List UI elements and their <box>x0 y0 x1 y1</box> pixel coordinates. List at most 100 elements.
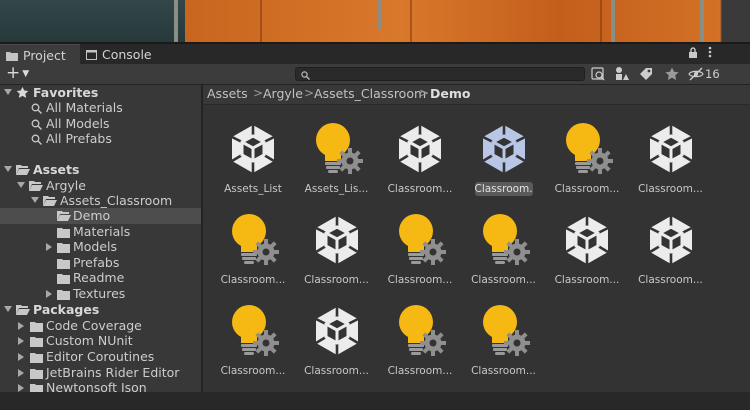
breadcrumb-separator-icon: > <box>304 86 315 100</box>
asset-item-label: Classroom... <box>638 274 703 286</box>
project-tree: Favorites All Materials All Models All P… <box>0 85 201 410</box>
breadcrumb-separator-icon: > <box>419 86 430 100</box>
collapse-arrow-icon[interactable] <box>18 337 24 345</box>
asset-item-scene[interactable]: Classroom... <box>631 200 711 288</box>
lighting-settings-icon <box>392 301 448 361</box>
chevron-down-icon: ▼ <box>22 69 30 79</box>
kebab-menu-icon[interactable] <box>708 46 712 61</box>
console-icon <box>86 45 97 66</box>
search-icon <box>31 133 42 149</box>
asset-item-scene[interactable]: Assets_List <box>213 109 293 197</box>
project-toolbar: + ▼ 16 <box>0 64 750 85</box>
asset-item-lighting-settings[interactable]: Classroom... <box>213 291 293 379</box>
breadcrumb-assets[interactable]: Assets <box>207 86 248 101</box>
collapse-arrow-icon[interactable] <box>18 353 24 361</box>
asset-item-scene[interactable]: Classroom... <box>380 109 460 197</box>
tree-fav-all-models[interactable]: All Models <box>0 116 201 132</box>
asset-item-label: Classroom... <box>554 274 620 286</box>
unity-scene-icon <box>559 210 615 270</box>
folder-label: Textures <box>73 286 126 301</box>
asset-item-label: Classroom... <box>220 365 286 377</box>
tree-textures[interactable]: Textures <box>0 286 201 302</box>
package-label: Editor Coroutines <box>46 349 155 364</box>
unity-scene-icon <box>225 119 281 179</box>
search-by-type-icon[interactable] <box>590 66 608 82</box>
favorite-star-icon[interactable] <box>664 66 682 82</box>
tree-package-editor-coroutines[interactable]: Editor Coroutines <box>0 349 201 365</box>
asset-item-lighting-settings[interactable]: Classroom... <box>380 291 460 379</box>
lighting-settings-icon <box>309 119 365 179</box>
tree-fav-all-materials[interactable]: All Materials <box>0 100 201 116</box>
create-button[interactable]: + ▼ <box>6 64 29 84</box>
tree-package-jetbrains-rider[interactable]: JetBrains Rider Editor <box>0 365 201 381</box>
expand-arrow-icon[interactable] <box>17 182 25 188</box>
asset-item-scene[interactable]: Classroom... <box>297 291 377 379</box>
tree-package-code-coverage[interactable]: Code Coverage <box>0 318 201 334</box>
tab-console[interactable]: Console <box>86 44 152 64</box>
tree-readme[interactable]: Readme <box>0 270 201 286</box>
filter-by-type-icon[interactable] <box>614 66 632 82</box>
tree-assets[interactable]: Assets <box>0 162 201 178</box>
tree-models[interactable]: Models <box>0 239 201 255</box>
filter-by-label-icon[interactable] <box>638 66 656 82</box>
collapse-arrow-icon[interactable] <box>18 322 24 330</box>
packages-label: Packages <box>33 302 100 317</box>
asset-item-label: Classroom... <box>304 274 369 286</box>
asset-item-scene[interactable]: Classroom... <box>631 109 711 197</box>
expand-arrow-icon[interactable] <box>31 197 39 203</box>
asset-item-scene[interactable]: Classroom... <box>547 200 627 288</box>
asset-item-label: Assets_Lis... <box>304 183 369 195</box>
breadcrumb: Assets > Argyle > Assets_Classroom > Dem… <box>203 85 750 105</box>
tree-materials[interactable]: Materials <box>0 224 201 240</box>
chair-leg <box>378 0 382 30</box>
tree-argyle[interactable]: Argyle <box>0 178 201 194</box>
tab-project[interactable]: Project <box>0 44 80 64</box>
asset-item-lighting-settings[interactable]: Classroom... <box>380 200 460 288</box>
tab-console-label: Console <box>102 47 152 62</box>
tree-demo[interactable]: Demo <box>0 208 201 224</box>
breadcrumb-demo[interactable]: Demo <box>430 86 470 101</box>
collapse-arrow-icon[interactable] <box>18 369 24 377</box>
expand-arrow-icon[interactable] <box>4 306 12 312</box>
scene-wall <box>0 0 185 44</box>
lock-icon[interactable] <box>688 47 698 62</box>
folder-label: Readme <box>73 270 125 285</box>
collapse-arrow-icon[interactable] <box>46 243 52 251</box>
lighting-settings-icon <box>392 210 448 270</box>
breadcrumb-assets-classroom[interactable]: Assets_Classroom <box>314 86 426 101</box>
unity-scene-icon <box>309 210 365 270</box>
breadcrumb-separator-icon: > <box>253 86 264 100</box>
chair-leg <box>700 0 704 44</box>
breadcrumb-argyle[interactable]: Argyle <box>263 86 303 101</box>
folder-label: Assets_Classroom <box>60 193 173 208</box>
asset-item-scene[interactable]: Classroom... <box>297 200 377 288</box>
unity-scene-icon <box>643 210 699 270</box>
hidden-eye-icon[interactable] <box>688 66 706 82</box>
asset-item-lighting-settings[interactable]: Classroom... <box>464 200 544 288</box>
collapse-arrow-icon[interactable] <box>46 290 52 298</box>
asset-item-scene[interactable]: Classroom... <box>464 109 544 197</box>
tree-favorites[interactable]: Favorites <box>0 85 201 101</box>
expand-arrow-icon[interactable] <box>4 89 12 95</box>
tree-package-custom-nunit[interactable]: Custom NUnit <box>0 333 201 349</box>
asset-item-lighting-settings[interactable]: Classroom... <box>213 200 293 288</box>
asset-item-label: Classroom... <box>471 274 536 286</box>
tree-packages[interactable]: Packages <box>0 302 201 318</box>
tree-prefabs[interactable]: Prefabs <box>0 255 201 271</box>
asset-item-label: Classroom... <box>471 365 536 377</box>
search-input[interactable] <box>295 67 585 81</box>
expand-arrow-icon[interactable] <box>4 166 12 172</box>
asset-item-lighting-settings[interactable]: Assets_Lis... <box>297 109 377 197</box>
unity-scene-icon <box>643 119 699 179</box>
asset-item-lighting-settings[interactable]: Classroom... <box>547 109 627 197</box>
folder-label: Models <box>73 239 118 254</box>
tree-assets-classroom[interactable]: Assets_Classroom <box>0 193 201 209</box>
tree-fav-all-prefabs[interactable]: All Prefabs <box>0 131 201 147</box>
asset-item-lighting-settings[interactable]: Classroom... <box>464 291 544 379</box>
collapse-arrow-icon[interactable] <box>18 384 24 392</box>
lighting-settings-icon <box>559 119 615 179</box>
chair-leg <box>611 0 615 44</box>
lighting-settings-icon <box>476 210 532 270</box>
package-label: JetBrains Rider Editor <box>46 365 180 380</box>
lighting-settings-icon <box>225 301 281 361</box>
